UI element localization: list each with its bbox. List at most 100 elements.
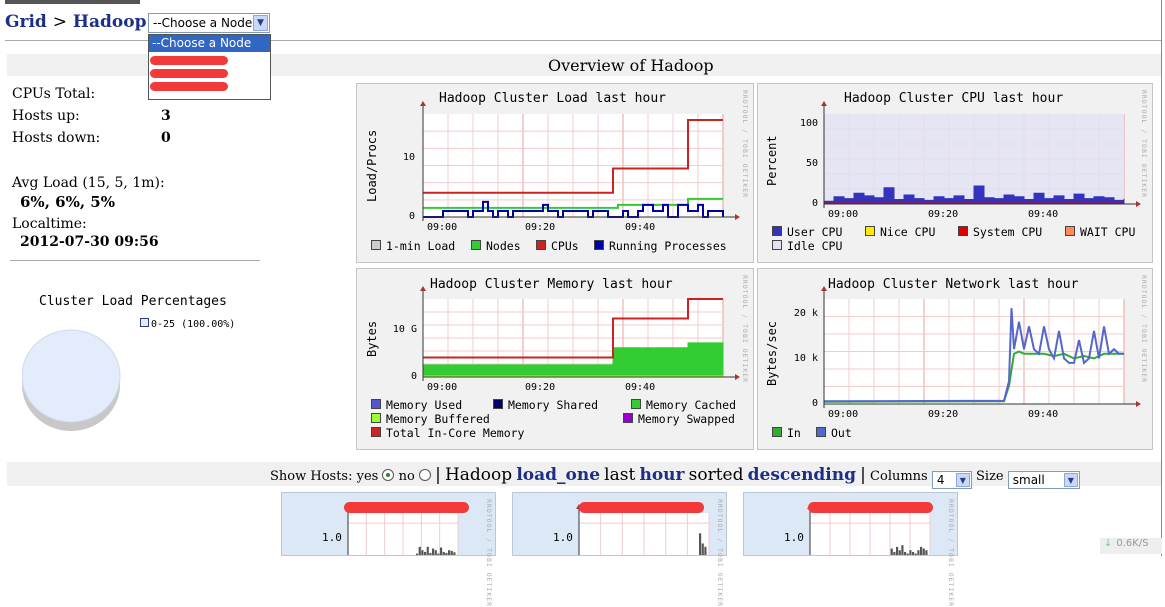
x-axis-arrow — [1136, 201, 1141, 207]
breadcrumb-grid-link[interactable]: Grid — [5, 12, 47, 32]
y-tick: 0 — [811, 198, 818, 209]
host-graph-3[interactable]: 1.0 RRDTOOL / TOBI OETIKER — [743, 492, 958, 607]
bar — [701, 543, 704, 557]
show-hosts-no-radio[interactable] — [418, 469, 431, 481]
y-tick: 10 — [402, 152, 415, 163]
legend-swatch — [371, 240, 381, 250]
legend-label: Nodes — [486, 239, 521, 253]
columns-label: Columns — [870, 469, 928, 484]
rrd-credit: RRDTOOL / TOBI OETIKER — [1140, 275, 1148, 384]
legend-label: Total In-Core Memory — [386, 426, 525, 440]
top-strip-dark — [5, 0, 140, 4]
rrd-credit: RRDTOOL / TOBI OETIKER — [1140, 90, 1148, 199]
rrd-credit: RRDTOOL / TOBI OETIKER — [716, 499, 724, 607]
legend-swatch — [772, 240, 782, 250]
x-tick: 09:00 — [427, 382, 458, 393]
host-graph-2[interactable]: 1.0 RRDTOOL / TOBI OETIKER — [512, 492, 727, 607]
columns-select[interactable]: 4 ▼ — [931, 471, 972, 489]
range-prefix: last — [604, 465, 636, 485]
sort-order: descending — [747, 465, 857, 485]
legend-label: Memory Used — [386, 398, 463, 412]
x-tick: 09:00 — [828, 409, 859, 420]
legend-item: Memory Used — [371, 398, 462, 412]
pipe-separator: | — [860, 465, 866, 485]
y-tick: 1.0 — [784, 531, 804, 544]
legend-item: Idle CPU — [772, 239, 842, 253]
legend-item: Memory Shared — [493, 398, 598, 412]
show-hosts-yes-radio[interactable] — [382, 469, 395, 481]
chevron-down-icon[interactable]: ▼ — [955, 473, 970, 487]
legend-item: Running Processes — [594, 239, 727, 253]
node-option-choose[interactable]: --Choose a Node — [149, 35, 270, 52]
y-tick: 50 — [805, 158, 818, 169]
breadcrumb-hadoop-link[interactable]: Hadoop — [73, 12, 147, 32]
y-tick: 20 k — [793, 308, 818, 319]
hosts-up-label: Hosts up: — [12, 108, 80, 124]
legend-item: WAIT CPU — [1065, 225, 1135, 239]
stats-divider — [10, 260, 260, 261]
bar — [922, 548, 925, 557]
metric-name: load_one — [516, 465, 601, 485]
legend-item: In — [772, 426, 801, 440]
node-select[interactable]: --Choose a Node ▼ — [148, 13, 270, 33]
x-tick: 09:40 — [625, 382, 656, 393]
y-tick: 10 k — [793, 353, 818, 364]
breadcrumb: Grid > Hadoop > — [5, 12, 167, 32]
legend-item: Nodes — [471, 239, 521, 253]
x-tick: 09:20 — [525, 382, 556, 393]
legend-swatch — [1065, 226, 1075, 236]
size-select-value: small — [1012, 473, 1045, 487]
legend-label: Nice CPU — [880, 225, 936, 239]
legend-swatch — [594, 240, 604, 250]
redacted-node-option[interactable] — [150, 82, 228, 91]
legend-swatch — [772, 226, 782, 236]
legend-label: User CPU — [787, 225, 843, 239]
host-graph-1[interactable]: 1.0 RRDTOOL / TOBI OETIKER — [281, 492, 496, 607]
legend-item: Total In-Core Memory — [371, 426, 524, 440]
bar — [898, 550, 901, 557]
legend-swatch — [140, 318, 149, 327]
bar — [699, 533, 702, 557]
y-axis-arrow — [420, 101, 426, 106]
pie-legend: 0-25 (100.00%) — [140, 318, 235, 330]
bar — [917, 550, 920, 557]
x-axis-arrow — [735, 374, 740, 380]
bar — [424, 551, 427, 557]
avg-load-label: Avg Load (15, 5, 1m): — [12, 175, 165, 191]
x-tick: 09:20 — [525, 222, 556, 233]
y-axis-arrow — [420, 286, 426, 291]
graph-cluster-cpu[interactable]: Hadoop Cluster CPU last hour Percent 100… — [757, 83, 1153, 263]
redacted-host-name — [808, 502, 933, 513]
legend-swatch — [371, 413, 381, 423]
bar — [426, 546, 429, 557]
redacted-node-option[interactable] — [150, 56, 228, 65]
cpus-total-label: CPUs Total: — [12, 86, 96, 102]
hosts-up-value: 3 — [161, 108, 171, 124]
graph-cluster-load[interactable]: Hadoop Cluster Load last hour Load/Procs… — [356, 83, 754, 263]
redacted-host-name — [579, 502, 704, 513]
legend-item: Memory Swapped — [623, 412, 735, 426]
graph-cluster-network[interactable]: Hadoop Cluster Network last hour Bytes/s… — [757, 268, 1153, 450]
redacted-node-option[interactable] — [150, 69, 228, 78]
chevron-down-icon[interactable]: ▼ — [253, 15, 268, 31]
legend-swatch — [772, 427, 782, 437]
cluster-load-pie[interactable] — [22, 322, 122, 434]
pie-slice-0-25 — [22, 329, 121, 423]
legend-label: CPUs — [551, 239, 579, 253]
bar — [453, 552, 456, 557]
graph-cluster-memory[interactable]: Hadoop Cluster Memory last hour Bytes 10… — [356, 268, 754, 450]
hosts-down-label: Hosts down: — [12, 130, 101, 146]
x-tick: 09:20 — [928, 409, 959, 420]
bar — [909, 550, 912, 557]
node-dropdown-list[interactable]: --Choose a Node — [148, 34, 271, 100]
chevron-down-icon[interactable]: ▼ — [1063, 473, 1078, 487]
bar — [904, 551, 907, 557]
size-select[interactable]: small ▼ — [1007, 471, 1080, 489]
y-tick: 0 — [410, 371, 417, 382]
legend-swatch — [536, 240, 546, 250]
bar — [434, 550, 437, 557]
rrd-credit: RRDTOOL / TOBI OETIKER — [741, 275, 749, 384]
columns-select-value: 4 — [936, 473, 945, 487]
show-hosts-label: Show Hosts: yes — [270, 469, 379, 484]
bar — [448, 550, 451, 557]
